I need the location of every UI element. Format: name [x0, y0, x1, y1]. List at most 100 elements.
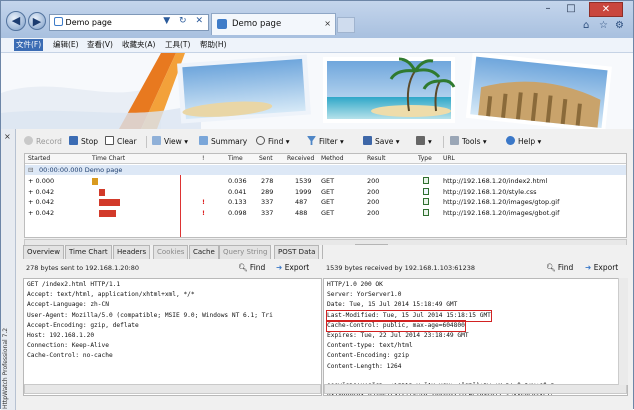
horizontal-scrollbar[interactable] — [24, 383, 321, 394]
request-row[interactable]: + 0.042 0.041 289 1999 GET 200 http://192.168.… — [25, 187, 626, 197]
maximize-button[interactable]: □ — [561, 2, 581, 17]
print-icon — [416, 136, 425, 145]
col-time-chart[interactable]: Time Chart — [92, 154, 125, 164]
stream-line: HTTP/1.0 200 OK — [327, 281, 383, 288]
col-time[interactable]: Time — [228, 154, 243, 164]
toolbar-separator — [443, 136, 444, 148]
cell-time: 0.036 — [228, 177, 247, 185]
save-button[interactable]: Save ▾ — [363, 135, 400, 149]
favorites-star-icon[interactable]: ☆ — [599, 20, 608, 31]
tools-label: Tools — [462, 137, 481, 146]
view-icon — [152, 136, 161, 145]
back-arrow-icon[interactable]: ◀ — [6, 11, 26, 31]
response-text[interactable]: HTTP/1.0 200 OK Server: YorServer1.0 Date:… — [323, 278, 628, 396]
save-label: Save — [375, 137, 394, 146]
horizontal-scrollbar[interactable] — [324, 383, 627, 394]
left-find-button[interactable]: 🔍︎ Find — [238, 260, 265, 276]
request-bytes-info: 278 bytes sent to 192.168.1.20:80 — [26, 264, 140, 272]
forward-arrow-icon[interactable]: ▶ — [28, 12, 46, 30]
cell-result: 200 — [367, 187, 380, 196]
stream-line: Content-type: text/html — [327, 342, 413, 350]
tools-icon — [450, 136, 459, 145]
request-row[interactable]: + 0.042 0.098 337 488 GET 200 http://192.168.1… — [25, 208, 626, 218]
tab-headers[interactable]: Headers — [113, 245, 151, 259]
cell-started: + 0.000 — [28, 177, 55, 185]
tab-post-data[interactable]: POST Data — [274, 245, 320, 259]
right-export-button[interactable]: ➜ Export — [585, 260, 618, 276]
col-started[interactable]: Started — [28, 154, 50, 164]
cell-warning: ! — [202, 198, 205, 206]
close-button[interactable]: ✕ — [589, 2, 623, 17]
record-label: Record — [36, 137, 62, 146]
address-bar-buttons[interactable]: ▼ ↻ ✕ — [137, 14, 209, 31]
time-chart-bar — [99, 188, 105, 196]
col-url[interactable]: URL — [443, 154, 455, 164]
tab-close-icon[interactable]: × — [324, 14, 331, 34]
view-button[interactable]: View ▾ — [152, 135, 188, 149]
left-export-label: Export — [284, 263, 310, 272]
stream-line: Cache-Control: public, max-age=604800 — [326, 319, 624, 332]
panel-close-icon[interactable]: × — [4, 132, 11, 141]
cell-time: 0.041 — [228, 187, 247, 196]
tools-button[interactable]: Tools ▾ — [450, 135, 487, 149]
clear-button[interactable]: Clear — [105, 135, 137, 149]
tab-title: Demo page — [232, 19, 282, 29]
tab-demo-page[interactable]: Demo page × — [211, 13, 336, 35]
minimize-button[interactable]: – — [538, 2, 558, 17]
left-export-button[interactable]: ➜ Export — [276, 260, 309, 276]
stream-line: Last-Modified: Tue, 15 Jul 2014 15:18:15… — [326, 309, 624, 322]
stop-button[interactable]: Stop — [69, 135, 98, 149]
find-icon: 🔍︎ — [546, 263, 556, 272]
right-find-button[interactable]: 🔍︎ Find — [546, 260, 573, 276]
menu-edit[interactable]: 编辑(E) — [51, 39, 81, 51]
cell-result: 200 — [367, 177, 380, 185]
help-icon — [506, 136, 515, 145]
response-info-bar: 1539 bytes received by 192.168.1.103:612… — [323, 260, 628, 276]
col-result[interactable]: Result — [367, 154, 386, 164]
tab-cache[interactable]: Cache — [189, 245, 219, 259]
col-type[interactable]: Type — [418, 154, 432, 164]
col-method[interactable]: Method — [321, 154, 344, 164]
tab-time-chart[interactable]: Time Chart — [65, 245, 112, 259]
col-sent[interactable]: Sent — [259, 154, 273, 164]
find-label: Find — [268, 137, 284, 146]
tab-overview[interactable]: Overview — [23, 245, 64, 259]
filter-label: Filter — [319, 137, 338, 146]
home-icon[interactable]: ⌂ — [583, 20, 589, 31]
help-label: Help — [518, 137, 536, 146]
menu-help[interactable]: 帮助(H) — [198, 39, 229, 51]
stop-label: Stop — [81, 137, 99, 146]
menu-view[interactable]: 查看(V) — [85, 39, 115, 51]
tab-query-string[interactable]: Query String — [219, 245, 272, 259]
col-received[interactable]: Received — [287, 154, 314, 164]
help-button[interactable]: Help ▾ — [506, 135, 541, 149]
cell-method: GET — [321, 208, 335, 217]
menu-favorites[interactable]: 收藏夹(A) — [120, 39, 157, 51]
menu-bar: 文件(F) 编辑(E) 查看(V) 收藏夹(A) 工具(T) 帮助(H) — [1, 38, 633, 53]
export-icon: ➜ — [585, 263, 592, 272]
tab-cookies[interactable]: Cookies — [153, 245, 189, 259]
stream-line: Date: Tue, 15 Jul 2014 15:18:49 GMT — [327, 301, 458, 309]
menu-file[interactable]: 文件(F) — [14, 39, 44, 51]
response-vertical-scrollbar[interactable] — [618, 278, 628, 385]
settings-gear-icon[interactable]: ⚙ — [615, 20, 624, 31]
page-group-row[interactable]: ⊟ 00:00:00.000 Demo page — [25, 165, 626, 175]
clear-label: Clear — [117, 137, 137, 146]
stream-line: Host: 192.168.1.20 — [27, 331, 95, 339]
col-warning[interactable]: ! — [202, 154, 204, 164]
product-label: HttpWatch Professional 7.2 — [2, 327, 9, 409]
find-button[interactable]: Find ▾ — [256, 135, 290, 149]
request-text[interactable]: GET /index2.html HTTP/1.1 Accept: text/ht… — [23, 278, 322, 396]
summary-button[interactable]: Summary — [199, 135, 247, 149]
menu-tools[interactable]: 工具(T) — [163, 39, 192, 51]
record-button[interactable]: Record — [24, 135, 62, 149]
collapse-icon[interactable]: ⊟ — [28, 165, 33, 175]
content-type-icon — [423, 187, 429, 195]
filter-button[interactable]: Filter ▾ — [307, 135, 344, 149]
page-banner — [1, 53, 633, 129]
request-row[interactable]: + 0.000 0.036 278 1539 GET 200 http://192.168.… — [25, 176, 626, 186]
new-tab-button[interactable] — [337, 17, 355, 33]
print-button[interactable]: ▾ — [416, 135, 432, 149]
record-icon — [24, 136, 33, 145]
request-row[interactable]: + 0.042 0.133 337 487 GET 200 http://192.168.1… — [25, 197, 626, 207]
